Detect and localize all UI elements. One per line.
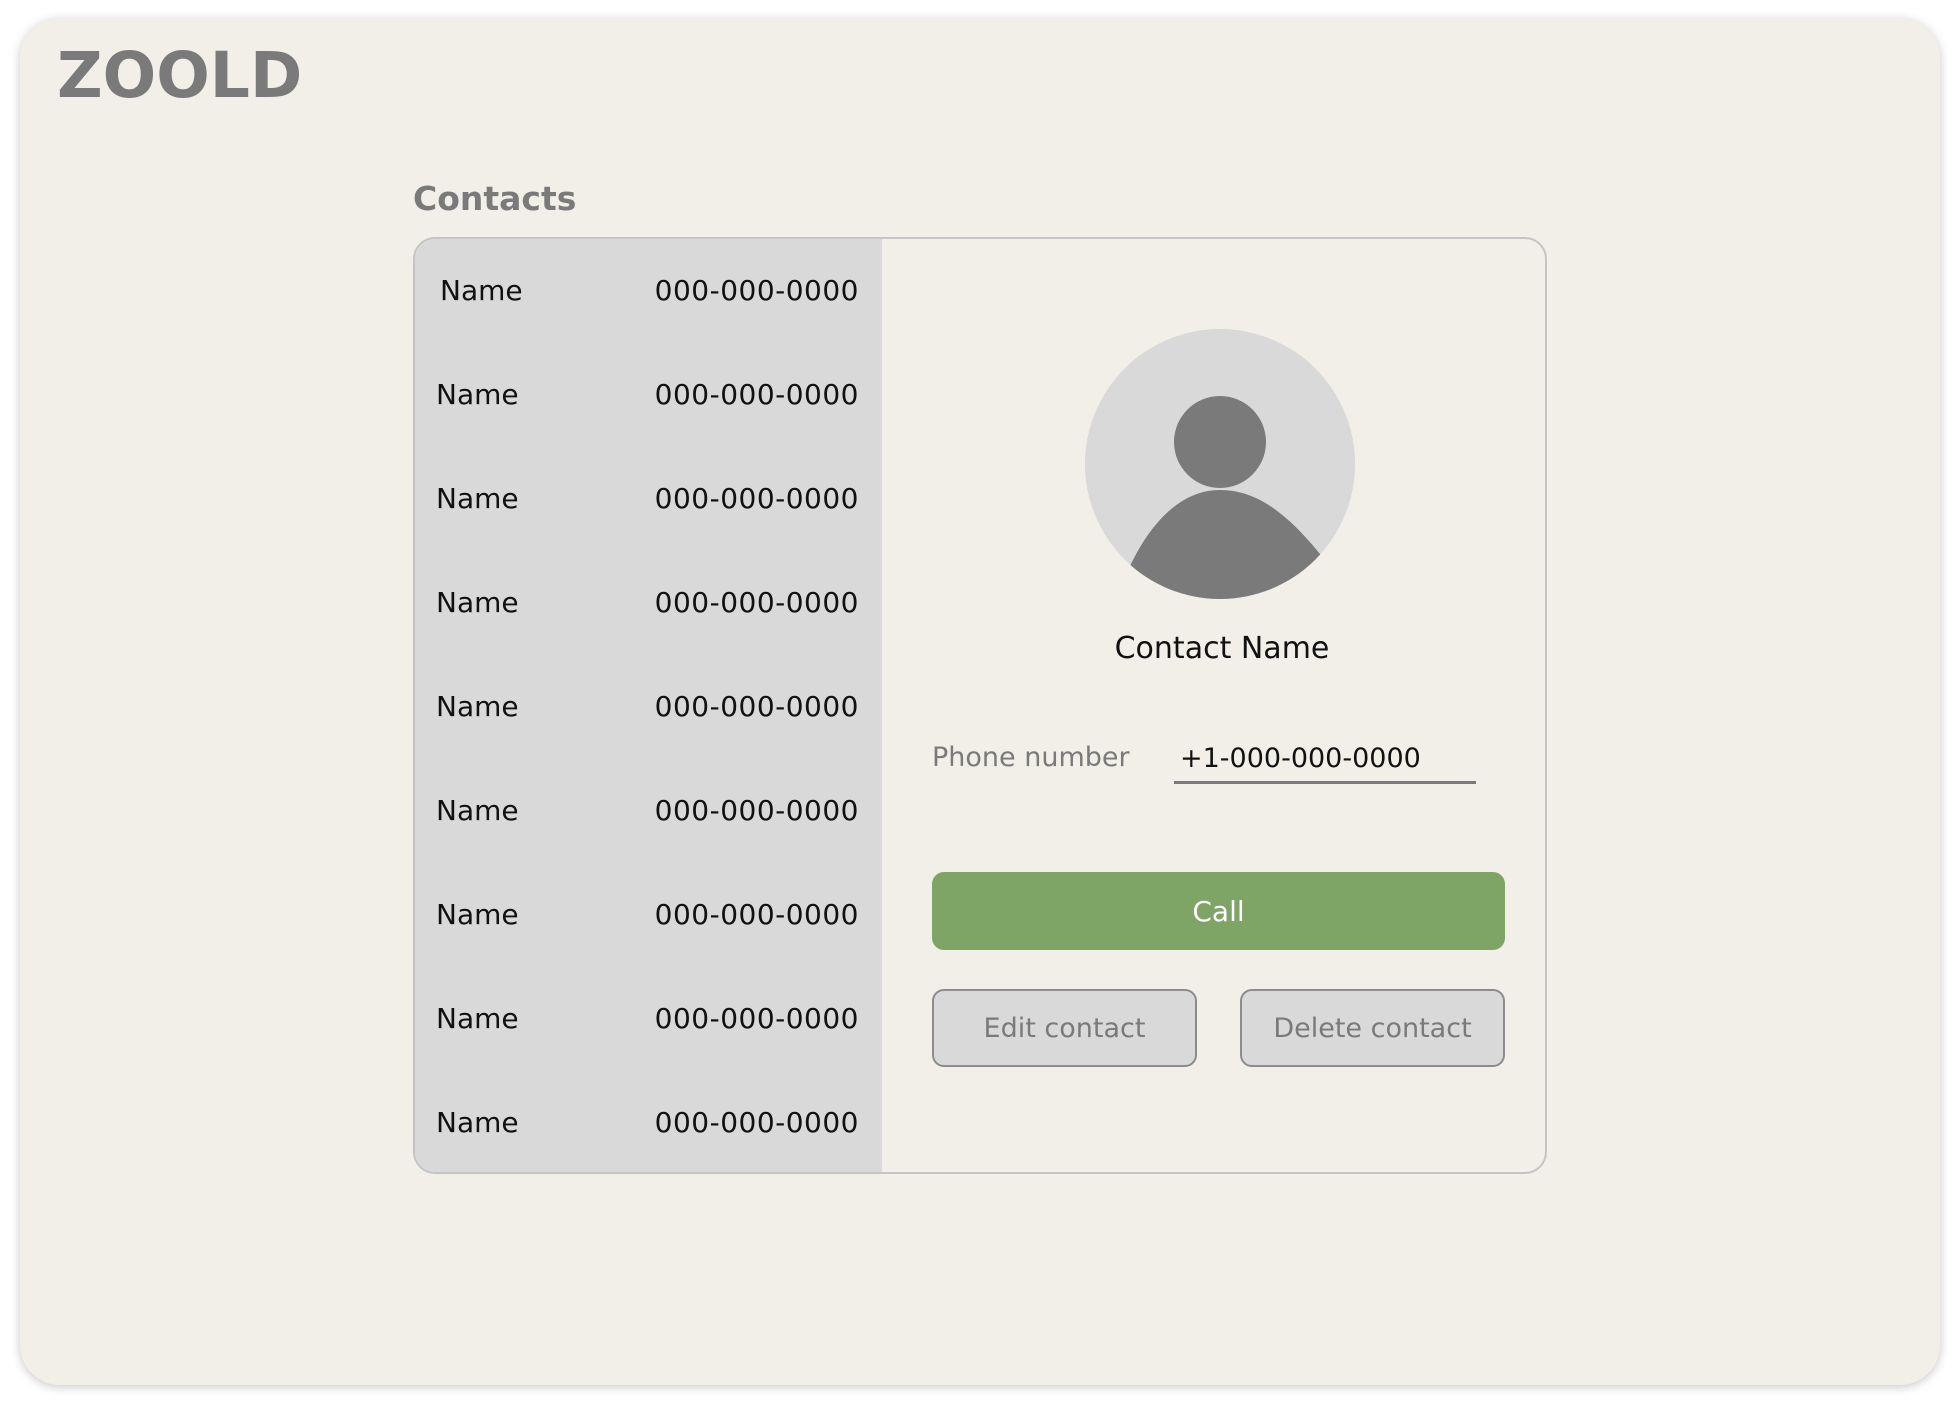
contact-phone: 000-000-0000 bbox=[654, 690, 859, 723]
contact-phone: 000-000-0000 bbox=[654, 274, 859, 307]
contact-list-item[interactable]: Name 000-000-0000 bbox=[415, 655, 882, 759]
contacts-card: Name 000-000-0000 Name 000-000-0000 Name… bbox=[413, 237, 1547, 1174]
contact-name: Name bbox=[436, 794, 519, 827]
contact-phone: 000-000-0000 bbox=[654, 1106, 859, 1139]
contact-phone: 000-000-0000 bbox=[654, 1002, 859, 1035]
call-button[interactable]: Call bbox=[932, 872, 1505, 950]
contact-list-item[interactable]: Name 000-000-0000 bbox=[415, 967, 882, 1071]
contact-name: Name bbox=[436, 586, 519, 619]
phone-number-label: Phone number bbox=[932, 742, 1130, 773]
contact-list: Name 000-000-0000 Name 000-000-0000 Name… bbox=[415, 239, 882, 1172]
contact-list-item[interactable]: Name 000-000-0000 bbox=[415, 863, 882, 967]
contact-list-item[interactable]: Name 000-000-0000 bbox=[415, 759, 882, 863]
page-title: Contacts bbox=[413, 179, 577, 218]
contact-list-item[interactable]: Name 000-000-0000 bbox=[415, 239, 882, 343]
contact-name: Name bbox=[436, 482, 519, 515]
delete-contact-button[interactable]: Delete contact bbox=[1240, 989, 1505, 1067]
contact-phone: 000-000-0000 bbox=[654, 586, 859, 619]
contact-list-item[interactable]: Name 000-000-0000 bbox=[415, 343, 882, 447]
contact-phone: 000-000-0000 bbox=[654, 898, 859, 931]
contact-name: Name bbox=[436, 1106, 519, 1139]
contact-phone: 000-000-0000 bbox=[654, 794, 859, 827]
contact-name-heading: Contact Name bbox=[1114, 631, 1330, 666]
contact-name: Name bbox=[436, 690, 519, 723]
phone-number-field[interactable] bbox=[1174, 735, 1476, 784]
edit-contact-button[interactable]: Edit contact bbox=[932, 989, 1197, 1067]
app-window: ZOOLD Contacts Name 000-000-0000 Name 00… bbox=[20, 18, 1940, 1385]
contact-phone: 000-000-0000 bbox=[654, 482, 859, 515]
contact-name: Name bbox=[436, 898, 519, 931]
contact-phone: 000-000-0000 bbox=[654, 378, 859, 411]
contact-detail-panel: Contact Name Phone number Call Edit cont… bbox=[882, 239, 1545, 1172]
contact-name: Name bbox=[436, 1002, 519, 1035]
contact-list-item[interactable]: Name 000-000-0000 bbox=[415, 1071, 882, 1172]
app-logo: ZOOLD bbox=[57, 39, 303, 112]
contact-list-item[interactable]: Name 000-000-0000 bbox=[415, 447, 882, 551]
contact-name: Name bbox=[436, 378, 519, 411]
contact-list-item[interactable]: Name 000-000-0000 bbox=[415, 551, 882, 655]
contact-name: Name bbox=[440, 274, 523, 307]
user-avatar-icon bbox=[1085, 329, 1355, 599]
